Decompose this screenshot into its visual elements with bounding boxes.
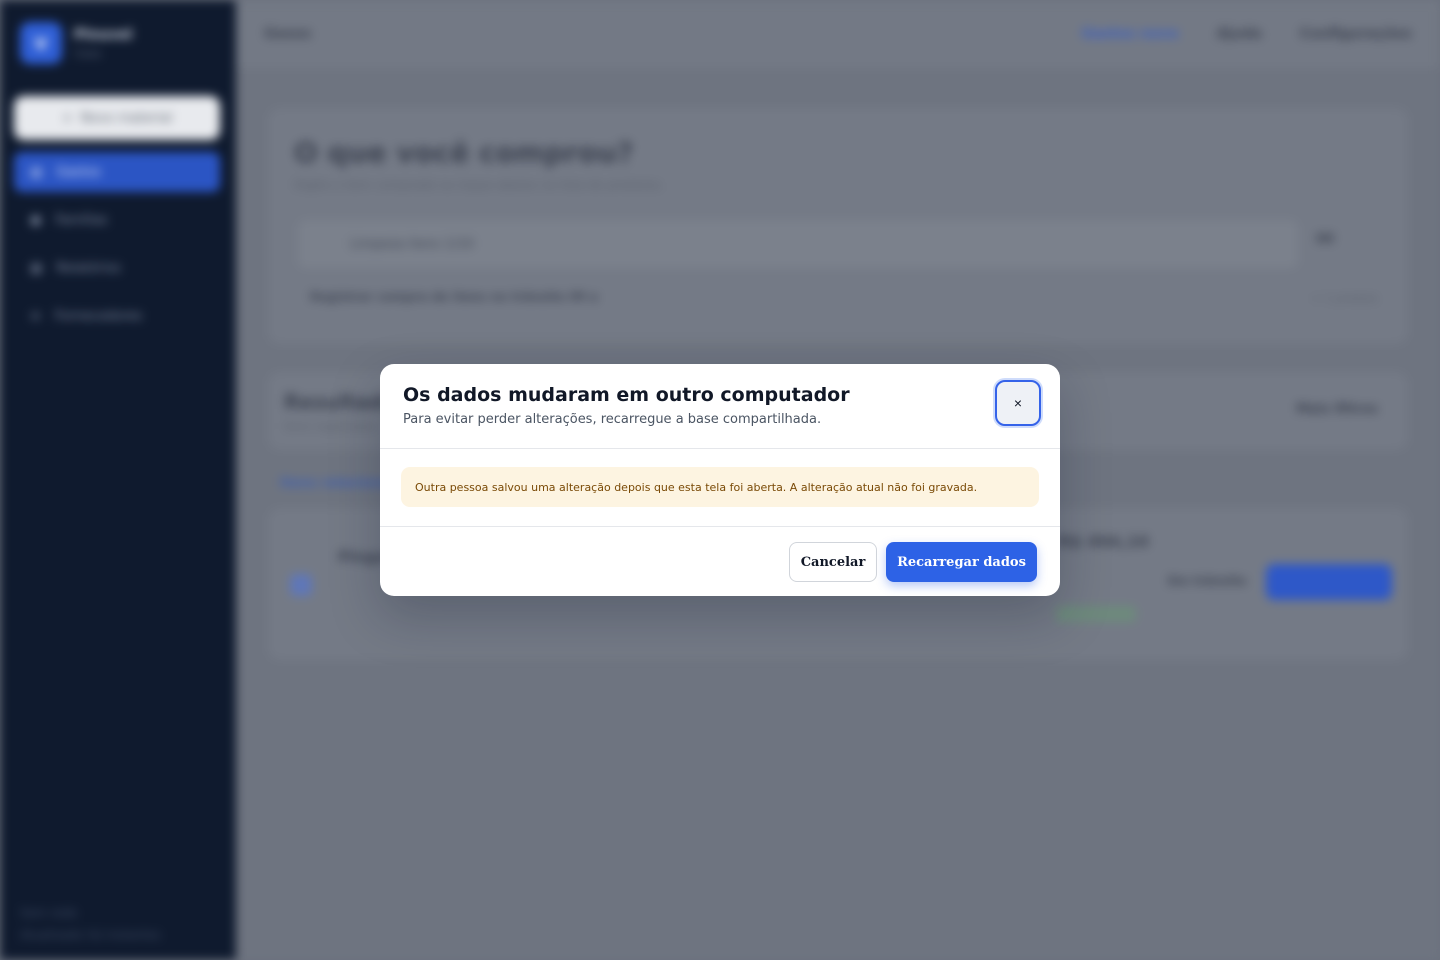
plus-icon: + [61,110,73,126]
chart-icon: ▦ [30,260,43,276]
dialog-footer: Cancelar Recarregar dados [380,526,1060,596]
breadcrumb: Gasos [264,26,312,42]
brand-sub: Casa [74,46,101,60]
sidebar-item-relatorios[interactable]: ▦ Relatórios [14,248,220,288]
topbar: Gasos Gastos novo Ajuda Configurações [236,0,1440,68]
results-subtitle: Itens registrados [284,420,377,433]
purchase-hint: Registrar compra de itens no trânsito IM… [310,290,598,304]
dialog-subtitle: Para evitar perder alterações, recarregu… [403,412,822,427]
item-status: Em trânsito [1168,574,1247,588]
brand: V Pinuvel Casa [20,22,132,64]
conflict-dialog: Os dados mudaram em outro computador Par… [380,364,1060,596]
purchase-title: O que você comprou? [294,136,634,169]
brand-logo: V [20,22,62,64]
item-price: R$ 494,10 [1058,532,1149,551]
sidebar-item-fornecedores[interactable]: ≡ Fornecedores [14,296,220,336]
sidebar-footer: Sem rede Atualizado há instantes [20,906,161,942]
close-button[interactable]: × [995,380,1041,426]
dialog-header: Os dados mudaram em outro computador Par… [380,364,1060,449]
close-icon: × [1013,395,1023,411]
reload-data-button[interactable]: Recarregar dados [886,542,1037,582]
dialog-title: Os dados mudaram em outro computador [403,384,850,406]
sidebar-item-gastos[interactable]: ▤ Gastos [14,152,220,192]
quantity-value: 00 [1316,232,1335,247]
warning-alert: Outra pessoa salvou uma alteração depois… [401,467,1039,507]
settings-menu[interactable]: Configurações [1300,26,1412,42]
purchase-hint-right: + 1 produto [1311,292,1378,305]
item-tag [1056,606,1136,622]
pin-icon: ● [30,212,42,228]
new-material-button[interactable]: + Novo material [14,96,220,140]
sidebar-item-familias[interactable]: ● Famílias [14,200,220,240]
topbar-link[interactable]: Gastos novo [1081,26,1178,42]
new-material-label: Novo material [80,110,173,126]
item-action-button[interactable] [1266,564,1392,600]
cancel-button[interactable]: Cancelar [789,542,877,582]
purchase-input[interactable]: Limpeza itens 1/10 [298,220,1298,268]
more-filters-button[interactable]: Mais filtros [1296,402,1378,417]
list-icon: ≡ [30,308,41,324]
receipt-icon: ▤ [30,164,43,180]
help-menu[interactable]: Ajuda [1217,26,1262,42]
item-checkbox[interactable] [290,574,312,596]
sidebar: V Pinuvel Casa + Novo material ▤ Gastos … [0,0,236,960]
sidebar-nav: ▤ Gastos ● Famílias ▦ Relatórios ≡ Forne… [14,152,220,344]
purchase-subtitle: Digite o item comprado ou toque abaixo n… [294,178,664,192]
dialog-body: Outra pessoa salvou uma alteração depois… [380,449,1060,526]
brand-name: Pinuvel [74,26,133,43]
purchase-card: O que você comprou? Digite o item compra… [268,108,1408,344]
